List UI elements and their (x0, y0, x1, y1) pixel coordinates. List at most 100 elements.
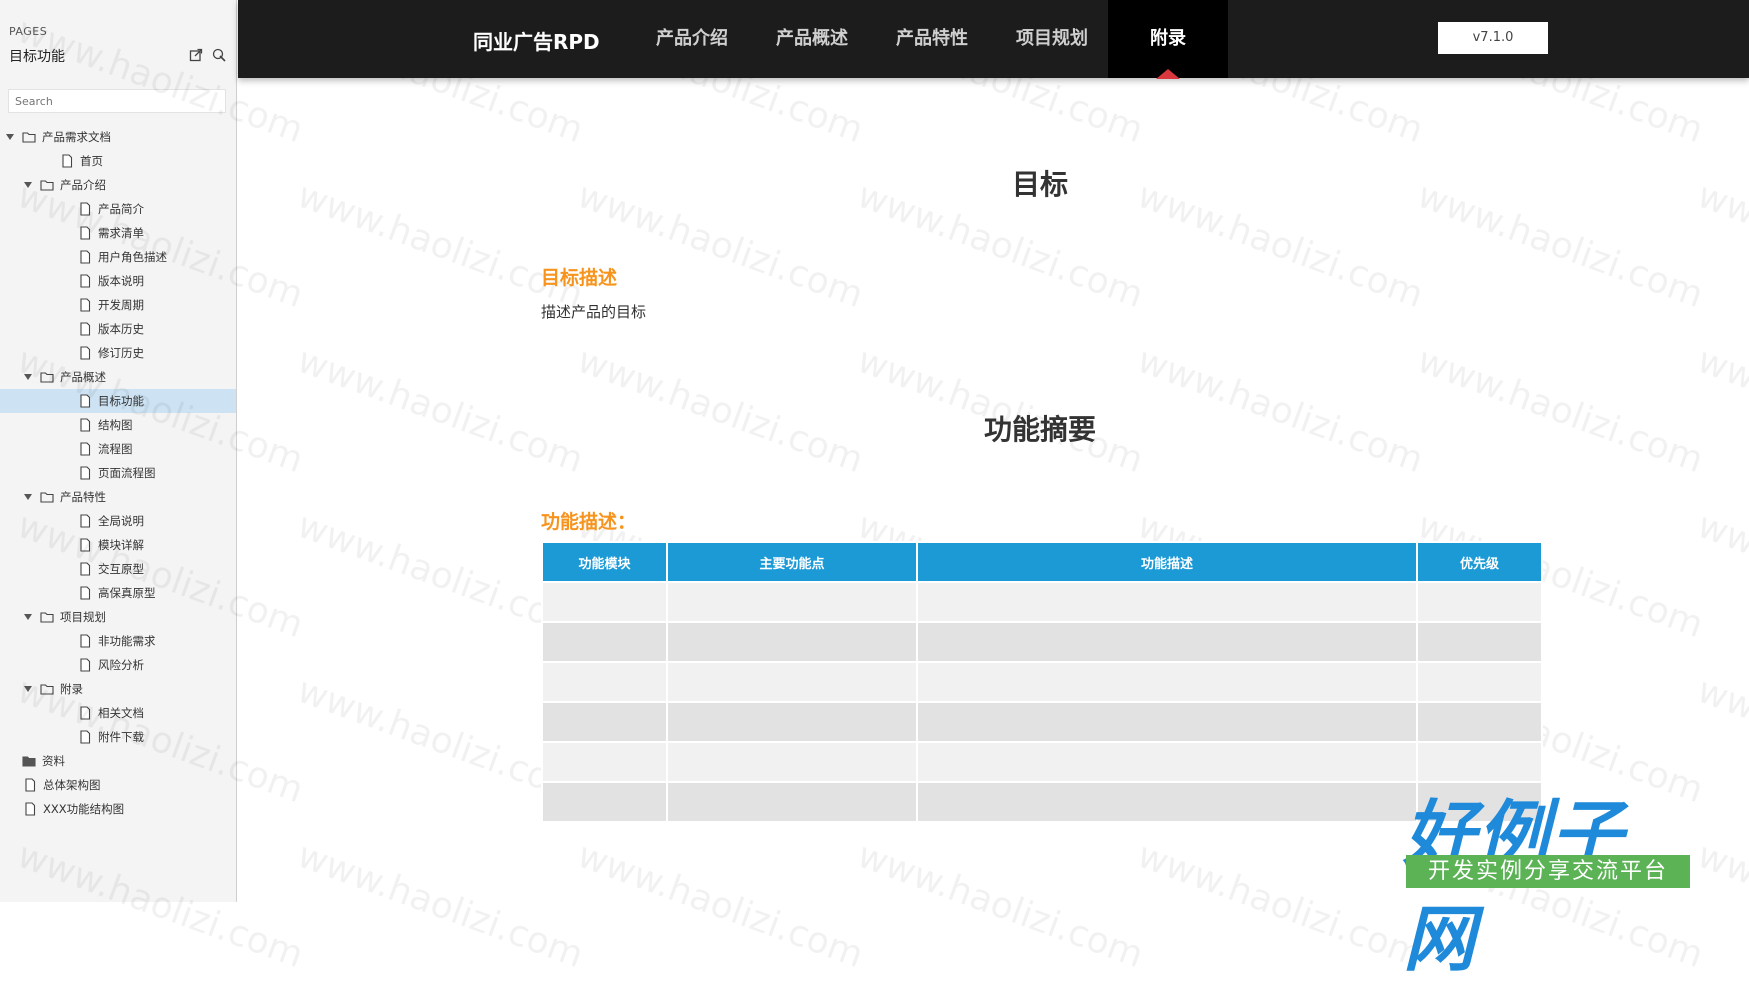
expand-arrow-icon[interactable] (24, 182, 32, 188)
page-icon (80, 442, 91, 456)
folder-icon (22, 132, 36, 143)
expand-arrow-icon[interactable] (24, 494, 32, 500)
tree-folder[interactable]: 产品需求文档 (0, 125, 236, 149)
function-heading: 功能描述： (541, 511, 637, 533)
table-cell (666, 781, 918, 823)
page-tree: 产品需求文档首页产品介绍产品简介需求清单用户角色描述版本说明开发周期版本历史修订… (0, 125, 236, 821)
expand-arrow-icon[interactable] (24, 686, 32, 692)
col-header-description: 功能描述 (916, 541, 1418, 583)
tree-item-label: 需求清单 (98, 226, 144, 240)
version-badge: v7.1.0 (1438, 22, 1548, 54)
tree-page[interactable]: 总体架构图 (0, 773, 236, 797)
tree-page[interactable]: 首页 (0, 149, 236, 173)
tree-item-label: 附录 (60, 682, 83, 696)
tree-page[interactable]: 版本历史 (0, 317, 236, 341)
section-title-goal: 目标 (1011, 168, 1068, 201)
table-header-row: 功能模块 主要功能点 功能描述 优先级 (541, 541, 1543, 583)
tree-page[interactable]: 全局说明 (0, 509, 236, 533)
tree-page[interactable]: 开发周期 (0, 293, 236, 317)
col-header-module: 功能模块 (541, 541, 668, 583)
tree-page[interactable]: 产品简介 (0, 197, 236, 221)
tree-item-label: 项目规划 (60, 610, 106, 624)
tree-page[interactable]: 风险分析 (0, 653, 236, 677)
watermark-text: www.haolizi.com (1692, 174, 1749, 317)
tree-item-label: 首页 (80, 154, 103, 168)
tree-page[interactable]: XXX功能结构图 (0, 797, 236, 821)
tree-item-label: 高保真原型 (98, 586, 156, 600)
page-icon (80, 706, 91, 720)
table-cell (541, 661, 668, 703)
tree-folder[interactable]: 产品特性 (0, 485, 236, 509)
page-icon (80, 538, 91, 552)
table-row (541, 781, 1543, 823)
watermark-text: www.haolizi.com (1132, 834, 1429, 977)
page-icon (80, 298, 91, 312)
tree-folder[interactable]: 产品介绍 (0, 173, 236, 197)
table-row (541, 581, 1543, 623)
page-icon (62, 154, 73, 168)
page-icon (80, 250, 91, 264)
nav-item-product-features[interactable]: 产品特性 (882, 0, 982, 78)
tree-page[interactable]: 非功能需求 (0, 629, 236, 653)
expand-arrow-icon[interactable] (6, 134, 14, 140)
tree-page[interactable]: 目标功能 (0, 389, 236, 413)
tree-item-label: 产品介绍 (60, 178, 106, 192)
table-cell (916, 661, 1418, 703)
tree-folder[interactable]: 附录 (0, 677, 236, 701)
search-input[interactable] (8, 89, 226, 113)
tree-page[interactable]: 相关文档 (0, 701, 236, 725)
tree-item-label: 相关文档 (98, 706, 144, 720)
page-icon (80, 658, 91, 672)
site-logo: 好例子网 开发实例分享交流平台 (1403, 775, 1693, 981)
locate-icon[interactable] (212, 48, 226, 62)
nav-item-project-plan[interactable]: 项目规划 (1002, 0, 1102, 78)
page-icon (80, 562, 91, 576)
watermark-text: www.haolizi.com (572, 834, 869, 977)
tree-page[interactable]: 页面流程图 (0, 461, 236, 485)
tree-folder[interactable]: 产品概述 (0, 365, 236, 389)
table-cell (1416, 581, 1543, 623)
table-body (541, 581, 1543, 823)
tree-folder[interactable]: 项目规划 (0, 605, 236, 629)
tree-item-label: 总体架构图 (43, 778, 101, 792)
table-cell (916, 621, 1418, 663)
nav-item-product-intro[interactable]: 产品介绍 (642, 0, 742, 78)
tree-item-label: 资料 (42, 754, 65, 768)
tree-page[interactable]: 流程图 (0, 437, 236, 461)
tree-item-label: 页面流程图 (98, 466, 156, 480)
tree-item-label: 开发周期 (98, 298, 144, 312)
export-icon[interactable] (189, 48, 203, 62)
expand-arrow-icon[interactable] (24, 614, 32, 620)
tree-page[interactable]: 附件下载 (0, 725, 236, 749)
tree-folder[interactable]: 资料 (0, 749, 236, 773)
function-table: 功能模块 主要功能点 功能描述 优先级 (541, 541, 1543, 823)
table-cell (666, 621, 918, 663)
tree-page[interactable]: 高保真原型 (0, 581, 236, 605)
tree-item-label: 修订历史 (98, 346, 144, 360)
nav-item-appendix[interactable]: 附录 (1108, 0, 1228, 79)
table-cell (1416, 701, 1543, 743)
nav-item-product-overview[interactable]: 产品概述 (762, 0, 862, 78)
table-cell (666, 701, 918, 743)
tree-page[interactable]: 需求清单 (0, 221, 236, 245)
table-cell (1416, 661, 1543, 703)
expand-arrow-icon[interactable] (24, 374, 32, 380)
table-cell (916, 741, 1418, 783)
col-header-priority: 优先级 (1416, 541, 1543, 583)
page-icon (80, 418, 91, 432)
tree-page[interactable]: 用户角色描述 (0, 245, 236, 269)
tree-page[interactable]: 版本说明 (0, 269, 236, 293)
table-row (541, 621, 1543, 663)
tree-item-label: 用户角色描述 (98, 250, 167, 264)
table-cell (541, 621, 668, 663)
goal-description: 描述产品的目标 (541, 303, 647, 321)
page-icon (80, 226, 91, 240)
section-title-function-summary: 功能摘要 (983, 413, 1096, 446)
tree-page[interactable]: 交互原型 (0, 557, 236, 581)
tree-item-label: 非功能需求 (98, 634, 156, 648)
table-cell (666, 741, 918, 783)
page-icon (80, 394, 91, 408)
tree-page[interactable]: 模块详解 (0, 533, 236, 557)
tree-page[interactable]: 结构图 (0, 413, 236, 437)
tree-page[interactable]: 修订历史 (0, 341, 236, 365)
